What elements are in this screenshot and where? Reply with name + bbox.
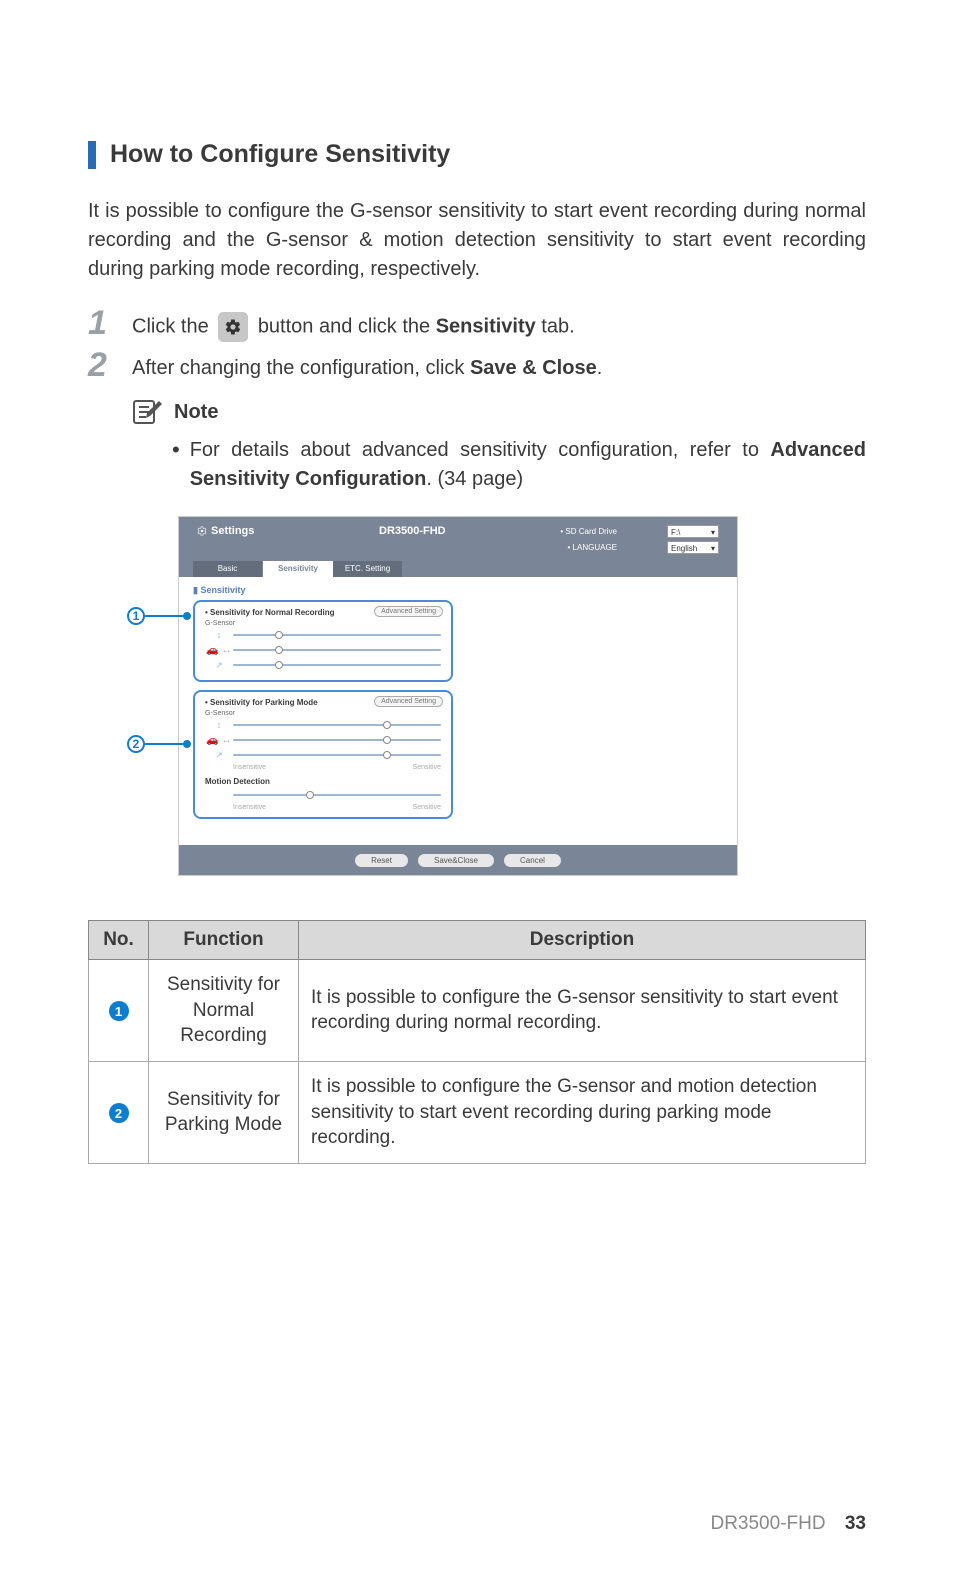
text: . xyxy=(597,357,603,379)
slider[interactable] xyxy=(233,632,441,638)
gear-icon xyxy=(218,312,248,342)
tab-bar: Basic Sensitivity ETC. Setting xyxy=(193,561,403,577)
callout-line xyxy=(145,615,185,617)
step-2: 2 After changing the configuration, clic… xyxy=(88,350,866,382)
language-dropdown[interactable]: English▾ xyxy=(667,541,719,554)
callout-dot xyxy=(183,740,191,748)
slider-row: ↗ xyxy=(205,659,441,671)
note-bullet: • For details about advanced sensitivity… xyxy=(132,436,866,494)
gsensor-label: G-Sensor xyxy=(205,620,441,627)
sensitivity-heading: ▮ Sensitivity xyxy=(193,585,723,596)
cell-no: 2 xyxy=(89,1061,149,1163)
description-table: No. Function Description 1 Sensitivity f… xyxy=(88,920,866,1164)
slider[interactable] xyxy=(233,792,441,798)
range-labels: InsensitiveSensitive xyxy=(205,804,441,811)
tab-sensitivity[interactable]: Sensitivity xyxy=(263,561,333,577)
step-1: 1 Click the button and click the Sensiti… xyxy=(88,308,866,342)
advanced-setting-button[interactable]: Advanced Setting xyxy=(374,696,443,707)
advanced-setting-button[interactable]: Advanced Setting xyxy=(374,606,443,617)
callout-1: 1 xyxy=(127,607,145,625)
tab-basic[interactable]: Basic xyxy=(193,561,263,577)
diag-icon: ↗ xyxy=(205,750,233,761)
updown-icon: ↕ xyxy=(205,720,233,730)
cell-function: Sensitivity for Parking Mode xyxy=(149,1061,299,1163)
slider[interactable] xyxy=(233,647,441,653)
text: . (34 page) xyxy=(426,468,523,490)
badge-1: 1 xyxy=(109,1001,129,1021)
gsensor-label: G-Sensor xyxy=(205,710,441,717)
screenshot-footer: Reset Save&Close Cancel xyxy=(179,845,737,875)
cell-no: 1 xyxy=(89,960,149,1062)
table-row: 1 Sensitivity for Normal Recording It is… xyxy=(89,960,866,1062)
callout-2: 2 xyxy=(127,735,145,753)
note-title: Note xyxy=(174,401,218,424)
cell-description: It is possible to configure the G-sensor… xyxy=(299,960,866,1062)
th-function: Function xyxy=(149,921,299,960)
tab-etc[interactable]: ETC. Setting xyxy=(333,561,403,577)
slider[interactable] xyxy=(233,737,441,743)
callout-line xyxy=(145,743,185,745)
step-number: 1 xyxy=(88,306,132,340)
text: Click the xyxy=(132,315,214,337)
diag-icon: ↗ xyxy=(205,660,233,671)
step-text: Click the button and click the Sensitivi… xyxy=(132,308,575,342)
slider[interactable] xyxy=(233,752,441,758)
slider[interactable] xyxy=(233,662,441,668)
text: Settings xyxy=(211,525,254,537)
intro-paragraph: It is possible to configure the G-sensor… xyxy=(88,197,866,284)
screenshot-header: Settings DR3500-FHD • SD Card Drive • LA… xyxy=(179,517,737,577)
car-icon: 🚗 ↔ xyxy=(205,735,233,746)
th-no: No. xyxy=(89,921,149,960)
sd-label: • SD Card Drive xyxy=(560,527,617,536)
bullet-icon: • xyxy=(172,436,180,494)
step-list: 1 Click the button and click the Sensiti… xyxy=(88,308,866,382)
text-bold: Sensitivity xyxy=(436,315,536,337)
text-bold: Save & Close xyxy=(470,357,597,379)
step-text: After changing the configuration, click … xyxy=(132,350,602,382)
note-text: For details about advanced sensitivity c… xyxy=(190,436,866,494)
blue-accent-bar xyxy=(88,141,96,169)
settings-screenshot: Settings DR3500-FHD • SD Card Drive • LA… xyxy=(178,516,738,876)
text: tab. xyxy=(536,315,575,337)
slider-row: 🚗 ↔ xyxy=(205,644,441,656)
slider-row xyxy=(205,789,441,801)
updown-icon: ↕ xyxy=(205,630,233,640)
slider-row: ↗ xyxy=(205,749,441,761)
badge-2: 2 xyxy=(109,1103,129,1123)
car-icon: 🚗 ↔ xyxy=(205,645,233,656)
callout-dot xyxy=(183,612,191,620)
page-footer: DR3500-FHD 33 xyxy=(710,1513,866,1535)
range-labels: InsensitiveSensitive xyxy=(205,764,441,771)
cancel-button[interactable]: Cancel xyxy=(504,854,561,867)
section-header: How to Configure Sensitivity xyxy=(88,140,866,169)
cell-function: Sensitivity for Normal Recording xyxy=(149,960,299,1062)
text: For details about advanced sensitivity c… xyxy=(190,439,771,461)
reset-button[interactable]: Reset xyxy=(355,854,408,867)
note-icon xyxy=(132,398,164,426)
slider-row: 🚗 ↔ xyxy=(205,734,441,746)
section-title: How to Configure Sensitivity xyxy=(110,140,450,169)
th-description: Description xyxy=(299,921,866,960)
footer-model: DR3500-FHD xyxy=(710,1513,825,1534)
motion-detection-label: Motion Detection xyxy=(205,777,441,786)
model-title: DR3500-FHD xyxy=(379,525,446,537)
cell-description: It is possible to configure the G-sensor… xyxy=(299,1061,866,1163)
screenshot-body: ▮ Sensitivity • Sensitivity for Normal R… xyxy=(179,577,737,847)
drive-dropdown[interactable]: F:\▾ xyxy=(667,525,719,538)
footer-page: 33 xyxy=(845,1513,866,1534)
step-number: 2 xyxy=(88,348,132,382)
table-row: 2 Sensitivity for Parking Mode It is pos… xyxy=(89,1061,866,1163)
slider-row: ↕ xyxy=(205,629,441,641)
slider-row: ↕ xyxy=(205,719,441,731)
normal-recording-box: • Sensitivity for Normal Recording G-Sen… xyxy=(193,600,453,682)
text: button and click the xyxy=(258,315,436,337)
lang-label: • LANGUAGE xyxy=(568,543,617,552)
parking-mode-box: • Sensitivity for Parking Mode G-Sensor … xyxy=(193,690,453,819)
note-header: Note xyxy=(132,398,866,426)
text: After changing the configuration, click xyxy=(132,357,470,379)
settings-label: Settings xyxy=(197,525,254,537)
note-block: Note • For details about advanced sensit… xyxy=(132,398,866,494)
slider[interactable] xyxy=(233,722,441,728)
save-close-button[interactable]: Save&Close xyxy=(418,854,494,867)
